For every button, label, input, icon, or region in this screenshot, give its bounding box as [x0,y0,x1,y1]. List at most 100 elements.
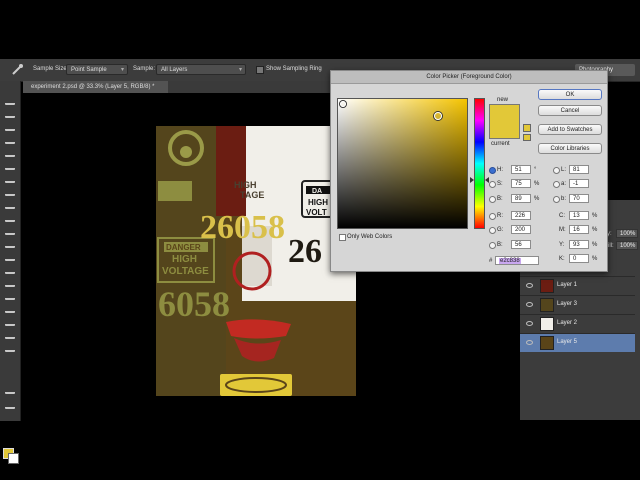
layer-row-selected[interactable]: Layer 5 [520,333,635,352]
opacity-field[interactable]: 100% [616,229,638,238]
blue-radio[interactable] [489,242,496,249]
blur-tool-icon[interactable] [5,253,15,261]
visibility-eye-icon[interactable] [526,340,533,345]
cyan-field[interactable]: 13 [569,211,589,220]
eyedropper-icon[interactable] [5,162,15,170]
ok-button[interactable]: OK [538,89,602,100]
red-radio[interactable] [489,213,496,220]
lightness-radio[interactable] [553,167,560,174]
layer-name: Layer 3 [557,301,578,307]
move-tool-icon[interactable] [5,97,15,105]
color-selector-ring[interactable] [434,112,442,120]
visibility-eye-icon[interactable] [526,283,533,288]
canvas-number-big: 26058 [200,209,285,246]
out-of-gamut-warning-icon[interactable] [523,124,531,132]
screen-mode-icon[interactable] [5,401,15,409]
saturation-brightness-field[interactable] [337,98,468,229]
type-tool-icon[interactable] [5,292,15,300]
red-label: R: [497,213,503,219]
add-to-swatches-label: Add to Swatches [547,127,593,133]
path-select-icon[interactable] [5,305,15,313]
eraser-tool-icon[interactable] [5,227,15,235]
saturation-field[interactable]: 75 [511,179,531,188]
background-color-swatch[interactable] [8,453,19,464]
cyan-unit: % [592,213,598,219]
layer-row[interactable]: Layer 3 [520,295,635,314]
layer-name: Layer 2 [557,320,578,326]
quick-mask-icon[interactable] [5,386,15,394]
hue-slider-left-arrow[interactable] [470,177,474,183]
current-color-swatch[interactable] [489,121,520,139]
visibility-eye-icon[interactable] [526,302,533,307]
lasso-tool-icon[interactable] [5,123,15,131]
tools-panel [0,81,21,464]
sample-select[interactable]: All Layers [156,64,246,76]
fill-field[interactable]: 100% [616,241,638,250]
saturation-radio[interactable] [489,181,496,188]
yellow-field[interactable]: 93 [569,240,589,249]
marquee-tool-icon[interactable] [5,110,15,118]
green-radio[interactable] [489,227,496,234]
dodge-tool-icon[interactable] [5,266,15,274]
shape-tool-icon[interactable] [5,318,15,326]
cyan-label: C: [559,213,565,219]
b-channel-field[interactable]: 70 [569,194,589,203]
crop-tool-icon[interactable] [5,149,15,157]
magenta-field[interactable]: 16 [569,225,589,234]
hand-tool-icon[interactable] [5,331,15,339]
cancel-button[interactable]: Cancel [538,105,602,116]
blue-label: B: [497,242,503,248]
magenta-unit: % [592,227,598,233]
document-tab-title: experiment 2.psd @ 33.3% (Layer 5, RGB/8… [31,84,155,90]
gradient-tool-icon[interactable] [5,240,15,248]
layer-row[interactable]: Layer 1 [520,276,635,295]
current-label: current [491,141,510,147]
dialog-title: Color Picker (Foreground Color) [331,71,607,84]
eyedropper-tool-icon[interactable] [10,64,24,76]
quick-select-tool-icon[interactable] [5,136,15,144]
black-field[interactable]: 0 [569,254,589,263]
origin-marker [340,101,346,107]
only-web-colors-checkbox[interactable] [339,234,346,241]
layer-name: Layer 1 [557,282,578,288]
cyan-value: 13 [573,213,580,219]
green-field[interactable]: 200 [511,225,531,234]
show-sampling-ring-checkbox[interactable] [256,66,264,74]
show-sampling-ring-label: Show Sampling Ring [266,66,322,72]
a-channel-field[interactable]: -1 [569,179,589,188]
layer-row[interactable]: Layer 2 [520,314,635,333]
blue-value: 56 [515,242,522,248]
document-canvas[interactable]: 26058 6058 26 DANGER HIGH VOLTAGE DA HIG… [156,126,356,396]
sample-size-select[interactable]: Point Sample [66,64,128,76]
visibility-eye-icon[interactable] [526,321,533,326]
zoom-tool-icon[interactable] [5,344,15,352]
hex-field[interactable]: e2c838 [495,256,539,265]
blue-field[interactable]: 56 [511,240,531,249]
only-web-colors-label: Only Web Colors [347,234,393,240]
hue-field[interactable]: 51 [511,165,531,174]
pen-tool-icon[interactable] [5,279,15,287]
canvas-voltage-2: VOLT [306,208,327,217]
a-channel-label: a: [561,181,567,187]
color-libraries-label: Color Libraries [550,146,590,152]
brush-tool-icon[interactable] [5,188,15,196]
green-value: 200 [515,227,526,233]
red-field[interactable]: 226 [511,211,531,220]
canvas-high-2: HIGH [308,198,328,207]
history-brush-icon[interactable] [5,214,15,222]
clone-stamp-icon[interactable] [5,201,15,209]
hue-radio[interactable] [489,167,496,174]
document-tab[interactable]: experiment 2.psd @ 33.3% (Layer 5, RGB/8… [23,81,168,93]
add-to-swatches-button[interactable]: Add to Swatches [538,124,602,135]
saturation-label: S: [497,181,503,187]
brightness-field[interactable]: 89 [511,194,531,203]
sample-label: Sample: [133,66,156,72]
brightness-radio[interactable] [489,196,496,203]
color-libraries-button[interactable]: Color Libraries [538,143,602,154]
hue-slider[interactable] [474,98,485,229]
b-channel-radio[interactable] [553,196,560,203]
web-safe-cube-icon[interactable] [523,134,531,141]
healing-brush-icon[interactable] [5,175,15,183]
a-channel-radio[interactable] [553,181,560,188]
lightness-field[interactable]: 81 [569,165,589,174]
